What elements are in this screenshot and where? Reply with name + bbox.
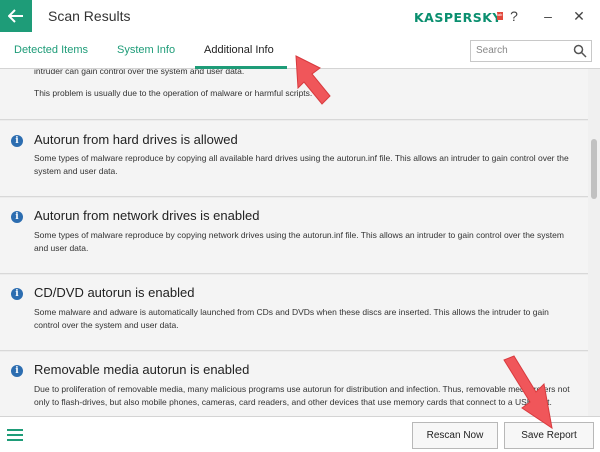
item-description: Some types of malware reproduce by copyi… <box>34 153 569 176</box>
item-description: Some malware and adware is automatically… <box>34 307 549 330</box>
info-icon: i <box>11 288 23 300</box>
item-title: Autorun from network drives is enabled <box>34 208 260 223</box>
info-icon: i <box>11 135 23 147</box>
item-description: Some types of malware reproduce by copyi… <box>34 230 564 253</box>
annotation-arrow-icon <box>503 355 553 430</box>
kaspersky-logo: KASPERSKY <box>414 10 502 25</box>
item-description: Due to proliferation of removable media,… <box>34 384 570 407</box>
tab-additional-info[interactable]: Additional Info <box>204 44 274 56</box>
info-icon: i <box>11 365 23 377</box>
title-bar: Scan Results KASPERSKY lab ? – ✕ <box>0 0 600 32</box>
list-item: i CD/DVD autorun is enabled Some malware… <box>0 275 588 351</box>
annotation-arrow-icon <box>295 55 331 105</box>
tab-detected-items[interactable]: Detected Items <box>14 44 88 56</box>
search-icon[interactable] <box>573 44 587 58</box>
back-button[interactable] <box>0 0 32 32</box>
window-title: Scan Results <box>48 8 131 24</box>
back-arrow-icon <box>8 9 23 23</box>
info-icon: i <box>11 211 23 223</box>
help-button[interactable]: ? <box>504 7 524 25</box>
menu-icon[interactable] <box>7 429 23 441</box>
tab-system-info[interactable]: System Info <box>117 44 175 56</box>
scrollbar-thumb[interactable] <box>591 139 597 199</box>
kaspersky-lab-badge: lab <box>497 12 503 20</box>
list-item: i Autorun from hard drives is allowed So… <box>0 121 588 197</box>
close-button[interactable]: ✕ <box>569 7 589 25</box>
item-title: CD/DVD autorun is enabled <box>34 285 195 300</box>
search-placeholder: Search <box>476 45 508 56</box>
item-title: Autorun from hard drives is allowed <box>34 132 238 147</box>
search-input[interactable]: Search <box>470 40 592 62</box>
vertical-scrollbar[interactable] <box>588 69 600 416</box>
list-item: i Autorun from network drives is enabled… <box>0 198 588 274</box>
minimize-button[interactable]: – <box>538 7 558 25</box>
item-title: Removable media autorun is enabled <box>34 362 250 377</box>
rescan-now-button[interactable]: Rescan Now <box>412 422 498 449</box>
